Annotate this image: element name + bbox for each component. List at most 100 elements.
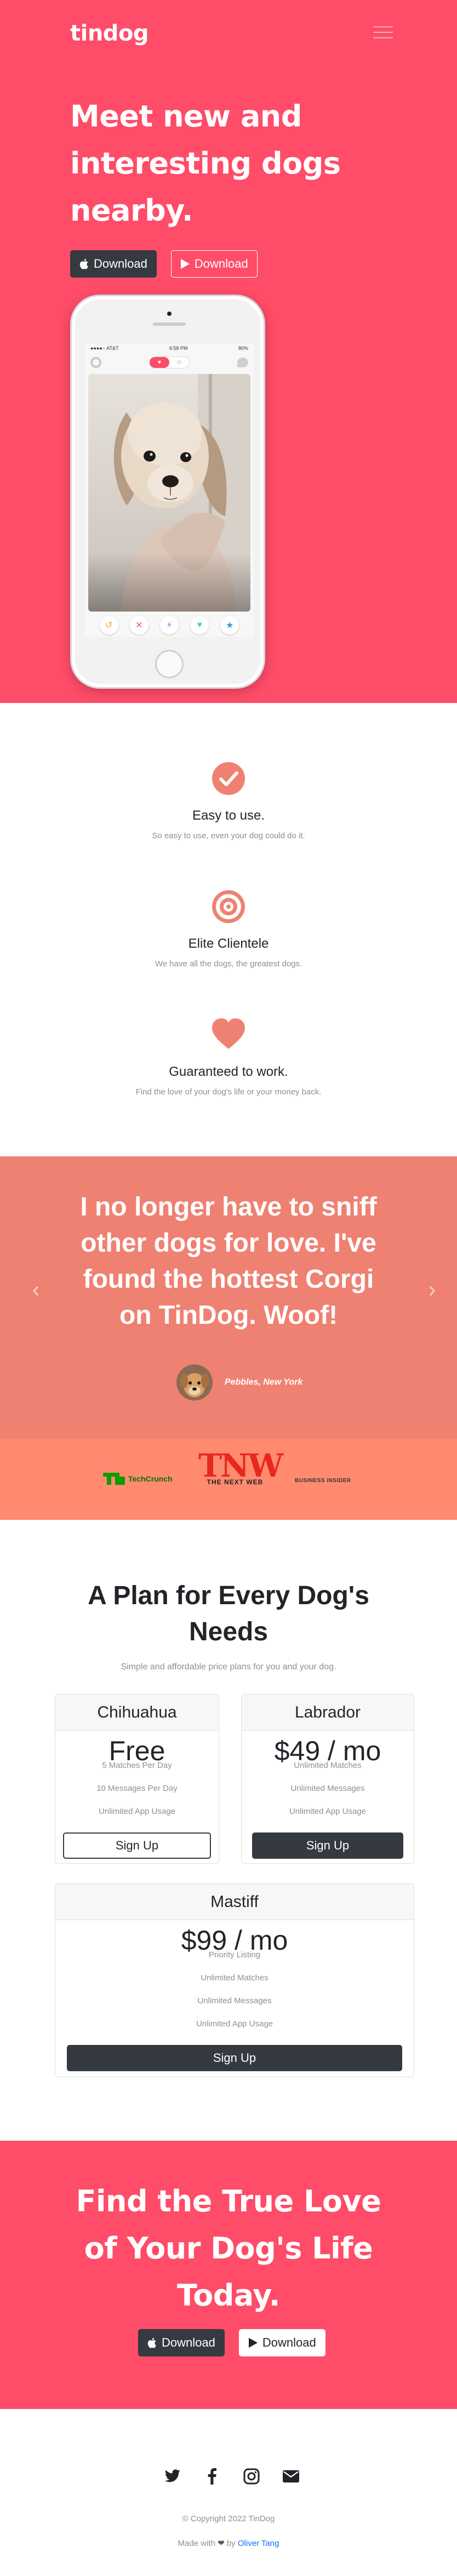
hero-title: Meet new and interesting dogs nearby. [70, 99, 341, 228]
plan-body: $49 / mo Unlimited Matches Unlimited Mes… [242, 1731, 414, 1859]
tnw-mark: TNW [198, 1447, 283, 1484]
bullseye-icon [211, 889, 246, 924]
people-icon: ◎ [176, 359, 182, 365]
pricing-section: A Plan for Every Dog's Needs Simple and … [0, 1520, 457, 2141]
pricing-subtitle: Simple and affordable price plans for yo… [121, 1662, 336, 1672]
techcrunch-logo: TechCrunch [103, 1473, 173, 1485]
app-toggle: ♥ ◎ [149, 356, 190, 368]
rewind-icon: ↺ [99, 616, 118, 635]
made-with-by: by [226, 2539, 236, 2548]
sign-up-button[interactable]: Sign Up [67, 2045, 402, 2071]
download-android-label: Download [194, 257, 248, 270]
plan-feature: Unlimited App Usage [196, 2019, 273, 2028]
navbar: tindog [0, 0, 457, 66]
brand-logo[interactable]: tindog [70, 21, 149, 46]
plan-feature: 10 Messages Per Day [96, 1784, 178, 1793]
techcrunch-mark [103, 1473, 125, 1485]
plan-feature: Unlimited Matches [201, 1973, 269, 1983]
copyright-text: © Copyright 2022 TinDog [182, 2514, 275, 2523]
plan-name: Chihuahua [55, 1695, 219, 1731]
features-section: Easy to use. So easy to use, even your d… [0, 703, 457, 1156]
feature-title: Easy to use. [192, 808, 265, 823]
feature-title: Elite Clientele [188, 936, 269, 951]
cta-section: Find the True Love of Your Dog's Life To… [0, 2141, 457, 2409]
menu-toggle-icon[interactable] [373, 26, 393, 39]
business-insider-text: BUSINESS INSIDER [295, 1478, 351, 1484]
heart-icon: ❤ [218, 2539, 225, 2548]
download-android-label: Download [262, 2336, 316, 2349]
feature-text: Find the love of your dog's life or your… [135, 1087, 322, 1097]
download-ios-label: Download [94, 257, 147, 270]
phone-earpiece [153, 322, 186, 326]
sign-up-button[interactable]: Sign Up [252, 1832, 403, 1859]
author-link[interactable]: Oliver Tang [238, 2539, 279, 2548]
carousel-prev-button[interactable] [28, 1282, 43, 1300]
plan-feature: Unlimited Messages [197, 1996, 272, 2006]
plan-feature: 5 Matches Per Day [102, 1761, 172, 1770]
flame-icon: ♥ [150, 357, 169, 368]
testimonial-quote: I no longer have to sniff other dogs for… [80, 1192, 377, 1330]
download-ios-button[interactable]: Download [70, 250, 157, 278]
plan-name: Labrador [242, 1695, 414, 1731]
plan-feature: Unlimited Messages [290, 1784, 365, 1793]
social-links [164, 2468, 299, 2485]
chat-icon [237, 358, 248, 367]
phone-camera [167, 312, 172, 316]
feature-easy: Easy to use. So easy to use, even your d… [0, 761, 457, 840]
press-section: TechCrunch TNW THE NEXT WEB BUSINESS INS… [0, 1439, 457, 1520]
made-with-prefix: Made with [178, 2539, 215, 2548]
pricing-card-labrador: Labrador $49 / mo Unlimited Matches Unli… [241, 1694, 414, 1864]
cta-download-buttons: Download Download [138, 2329, 325, 2356]
business-insider-logo: BUSINESS INSIDER [295, 1475, 351, 1485]
plan-feature: Unlimited App Usage [98, 1807, 176, 1816]
download-ios-label: Download [162, 2336, 215, 2349]
testimonial-carousel: I no longer have to sniff other dogs for… [0, 1156, 457, 1439]
download-ios-button[interactable]: Download [138, 2329, 225, 2356]
feature-title: Guaranteed to work. [169, 1064, 288, 1079]
envelope-icon[interactable] [283, 2468, 299, 2485]
plan-feature: Unlimited Matches [294, 1761, 362, 1770]
pricing-card-mastiff: Mastiff $99 / mo Priority Listing Unlimi… [55, 1883, 414, 2077]
status-time: 6:58 PM [169, 345, 188, 351]
plan-body: $99 / mo Priority Listing Unlimited Matc… [55, 1920, 414, 2071]
chevron-left-icon [33, 1286, 39, 1296]
phone-screen: ●●●●○ AT&T 6:58 PM 80% ♥ ◎ ↺ ✕ ⚡ ♥ ★ [85, 343, 254, 637]
download-android-button[interactable]: Download [170, 250, 258, 278]
instagram-icon[interactable] [243, 2468, 260, 2485]
iphone-mockup: ●●●●○ AT&T 6:58 PM 80% ♥ ◎ ↺ ✕ ⚡ ♥ ★ [70, 295, 265, 689]
author-avatar [176, 1364, 213, 1401]
author-name: Pebbles, New York [225, 1378, 303, 1387]
cta-title: Find the True Love of Your Dog's Life To… [76, 2184, 381, 2313]
close-icon: ✕ [129, 616, 148, 635]
lightning-icon: ⚡ [159, 616, 179, 635]
apple-icon [79, 258, 88, 269]
feature-guaranteed: Guaranteed to work. Find the love of you… [0, 1017, 457, 1097]
tnw-subtitle: THE NEXT WEB [207, 1478, 264, 1486]
pricing-title: A Plan for Every Dog's Needs [88, 1581, 369, 1646]
feature-elite: Elite Clientele We have all the dogs, th… [0, 889, 457, 969]
plan-feature: Priority Listing [208, 1950, 261, 1960]
testimonial-author: Pebbles, New York [176, 1364, 302, 1401]
pricing-card-chihuahua: Chihuahua Free 5 Matches Per Day 10 Mess… [55, 1694, 219, 1864]
plan-name: Mastiff [55, 1884, 414, 1920]
techcrunch-text: TechCrunch [128, 1474, 173, 1483]
sign-up-button[interactable]: Sign Up [63, 1832, 211, 1859]
google-play-icon [248, 2338, 258, 2348]
status-carrier: ●●●●○ AT&T [90, 345, 119, 351]
footer: © Copyright 2022 TinDog Made with ❤ by O… [0, 2409, 457, 2576]
hero-section: tindog Meet new and interesting dogs nea… [0, 0, 457, 703]
phone-action-bar: ↺ ✕ ⚡ ♥ ★ [85, 614, 254, 636]
star-icon: ★ [220, 616, 239, 635]
phone-status-bar: ●●●●○ AT&T 6:58 PM 80% [85, 343, 254, 353]
carousel-next-button[interactable] [425, 1282, 439, 1300]
twitter-icon[interactable] [164, 2468, 181, 2485]
made-with-text: Made with ❤ by Oliver Tang [0, 2538, 457, 2548]
check-circle-icon [211, 761, 246, 796]
download-android-button[interactable]: Download [238, 2329, 325, 2356]
gear-icon [90, 357, 101, 368]
feature-text: We have all the dogs, the greatest dogs. [155, 959, 302, 969]
plan-body: Free 5 Matches Per Day 10 Messages Per D… [55, 1731, 219, 1859]
facebook-icon[interactable] [204, 2468, 220, 2485]
plan-feature: Unlimited App Usage [289, 1807, 367, 1816]
phone-home-button [155, 650, 184, 678]
